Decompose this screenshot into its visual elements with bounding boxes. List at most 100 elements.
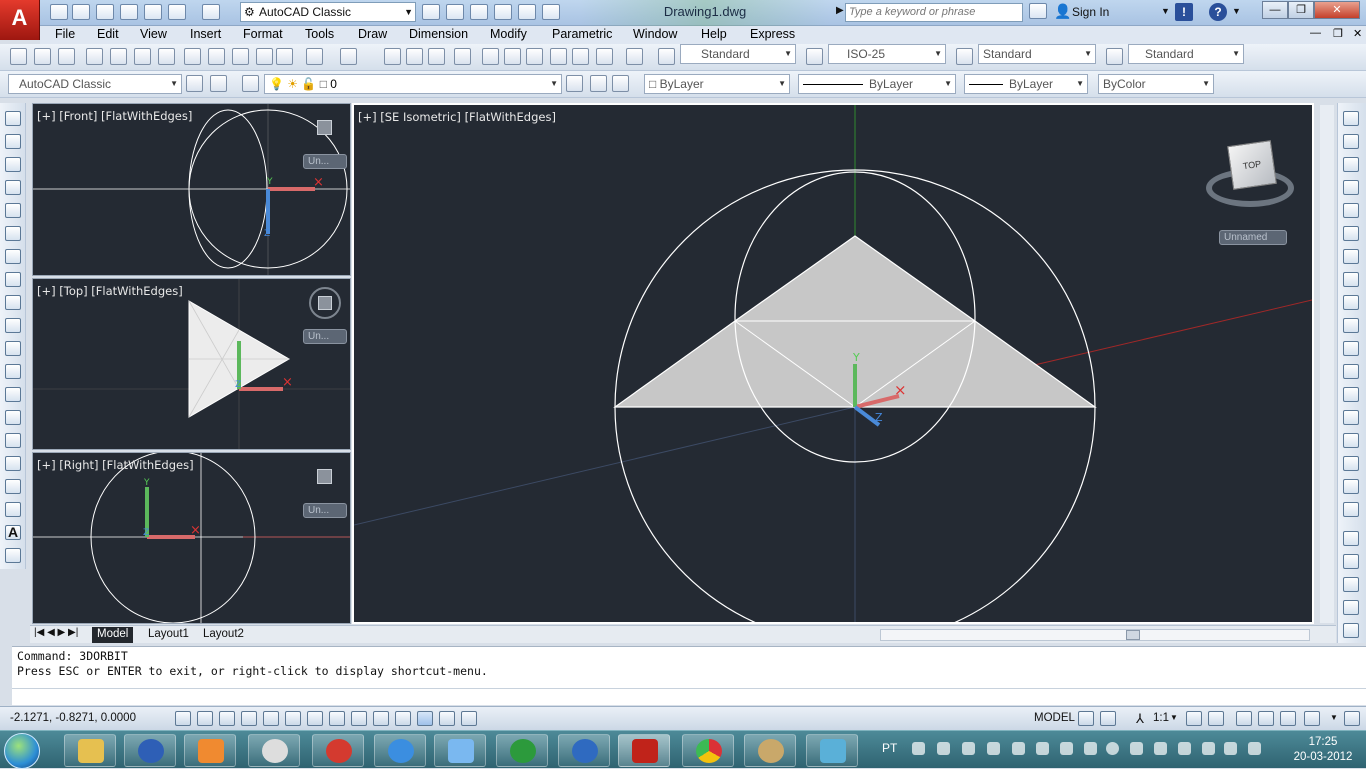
redo-icon[interactable]: [202, 4, 220, 20]
menu-dimension[interactable]: Dimension: [409, 27, 468, 41]
hatch-back-icon[interactable]: [1343, 623, 1359, 638]
minimize-button[interactable]: —: [1262, 1, 1288, 19]
maximize-button[interactable]: ❐: [1288, 1, 1314, 19]
volume-icon[interactable]: [987, 742, 1000, 755]
signal-icon[interactable]: [1178, 742, 1191, 755]
copy-icon[interactable]: [208, 48, 225, 65]
offset-icon[interactable]: [1343, 180, 1359, 195]
draworder-icon[interactable]: [1343, 531, 1359, 546]
tray-display-icon[interactable]: [1130, 742, 1143, 755]
point-icon[interactable]: [5, 410, 21, 425]
send-back-icon[interactable]: [1343, 577, 1359, 592]
cut-icon[interactable]: [184, 48, 201, 65]
undo-icon[interactable]: [168, 4, 186, 20]
erase-icon[interactable]: [1343, 111, 1359, 126]
text-style-icon[interactable]: [658, 48, 675, 65]
hatch-icon[interactable]: [5, 433, 21, 448]
plot-preview-icon[interactable]: [110, 48, 127, 65]
ucs-menu[interactable]: Un...: [303, 154, 347, 169]
workspace-select[interactable]: ⚙ AutoCAD Classic ▼: [240, 2, 416, 22]
open-icon[interactable]: [72, 4, 90, 20]
taskbar-autocad[interactable]: [618, 734, 670, 767]
tray-app-icon[interactable]: [937, 742, 950, 755]
layer-state-icon[interactable]: [612, 75, 629, 92]
viewcube-icon[interactable]: [317, 469, 332, 484]
quick-properties-icon[interactable]: [439, 711, 455, 726]
make-current-icon[interactable]: [566, 75, 583, 92]
match-properties-icon[interactable]: [256, 48, 273, 65]
quick-view-layouts-icon[interactable]: [1078, 711, 1094, 726]
layer-icon[interactable]: [422, 4, 440, 20]
line-icon[interactable]: [5, 111, 21, 126]
tab-layout2[interactable]: Layout2: [198, 627, 249, 643]
lineweight-icon[interactable]: [395, 711, 411, 726]
vertical-scrollbar[interactable]: [1320, 105, 1334, 623]
move-icon[interactable]: [1343, 226, 1359, 241]
properties-icon[interactable]: [470, 4, 488, 20]
quickcalc-icon[interactable]: [596, 48, 613, 65]
publish-icon[interactable]: [134, 48, 151, 65]
scroll-thumb[interactable]: [1126, 630, 1140, 640]
flag-icon[interactable]: [1012, 742, 1025, 755]
stretch-icon[interactable]: [1343, 295, 1359, 310]
array-icon[interactable]: [1343, 203, 1359, 218]
menu-tools[interactable]: Tools: [305, 27, 334, 41]
open-icon[interactable]: [34, 48, 51, 65]
workspace-switching-icon[interactable]: [1236, 711, 1252, 726]
redo-icon[interactable]: [340, 48, 357, 65]
polygon-icon[interactable]: [5, 180, 21, 195]
table-style-icon[interactable]: [956, 48, 973, 65]
break-icon[interactable]: [1343, 387, 1359, 402]
zoom-realtime-icon[interactable]: [406, 48, 423, 65]
infer-constraints-icon[interactable]: [175, 711, 191, 726]
revision-cloud-icon[interactable]: [5, 272, 21, 287]
bring-front-icon[interactable]: [1343, 554, 1359, 569]
rectangle-icon[interactable]: [5, 203, 21, 218]
viewport-right[interactable]: × Y Z [+] [Right] [FlatWithEdges] Un...: [32, 452, 351, 624]
design-center-icon[interactable]: [504, 48, 521, 65]
table-style-select[interactable]: Standard ▼: [978, 44, 1096, 64]
save-icon[interactable]: [58, 48, 75, 65]
coordinates-readout[interactable]: -2.1271, -0.8271, 0.0000: [10, 712, 136, 724]
scale-icon[interactable]: [1343, 272, 1359, 287]
pan-icon[interactable]: [384, 48, 401, 65]
sign-in-link[interactable]: Sign In: [1072, 5, 1109, 19]
workspace-settings-icon[interactable]: [186, 75, 203, 92]
join-icon[interactable]: [1343, 410, 1359, 425]
match-icon[interactable]: [446, 4, 464, 20]
application-menu-button[interactable]: A: [0, 0, 40, 40]
qnew-icon[interactable]: [10, 48, 27, 65]
tray-drive-icon[interactable]: [1084, 742, 1097, 755]
taskbar-explorer[interactable]: [64, 734, 116, 767]
properties-icon[interactable]: [482, 48, 499, 65]
3d-print-icon[interactable]: [158, 48, 175, 65]
selection-cycling-icon[interactable]: [461, 711, 477, 726]
bluetooth-icon[interactable]: [1202, 742, 1215, 755]
taskbar-utorrent[interactable]: [496, 734, 548, 767]
tray-sync-icon[interactable]: [1154, 742, 1167, 755]
ucs-menu[interactable]: Unnamed: [1219, 230, 1287, 245]
dynamic-ucs-icon[interactable]: [351, 711, 367, 726]
paste-icon[interactable]: [232, 48, 249, 65]
chamfer-icon[interactable]: [1343, 433, 1359, 448]
viewport-label[interactable]: [+] [Right] [FlatWithEdges]: [37, 458, 194, 472]
doc-restore-button[interactable]: ❐: [1333, 27, 1343, 40]
help-icon[interactable]: [626, 48, 643, 65]
fillet-icon[interactable]: [1343, 456, 1359, 471]
polar-tracking-icon[interactable]: [263, 711, 279, 726]
extend-icon[interactable]: [1343, 341, 1359, 356]
menu-view[interactable]: View: [140, 27, 167, 41]
circle-icon[interactable]: [5, 249, 21, 264]
plot-icon[interactable]: [86, 48, 103, 65]
annotation-visibility-icon[interactable]: [1186, 711, 1202, 726]
3d-object-snap-icon[interactable]: [307, 711, 323, 726]
exchange-icon[interactable]: !: [1175, 3, 1193, 21]
tab-model[interactable]: Model: [92, 627, 134, 643]
gradient-icon[interactable]: [5, 456, 21, 471]
menu-format[interactable]: Format: [243, 27, 283, 41]
tray-printer-icon[interactable]: [1060, 742, 1073, 755]
text-style-select[interactable]: Standard ▼: [680, 44, 796, 64]
lineweight-select[interactable]: ByLayer ▼: [964, 74, 1088, 94]
isolate-objects-icon[interactable]: [1304, 711, 1320, 726]
grid-display-icon[interactable]: [219, 711, 235, 726]
